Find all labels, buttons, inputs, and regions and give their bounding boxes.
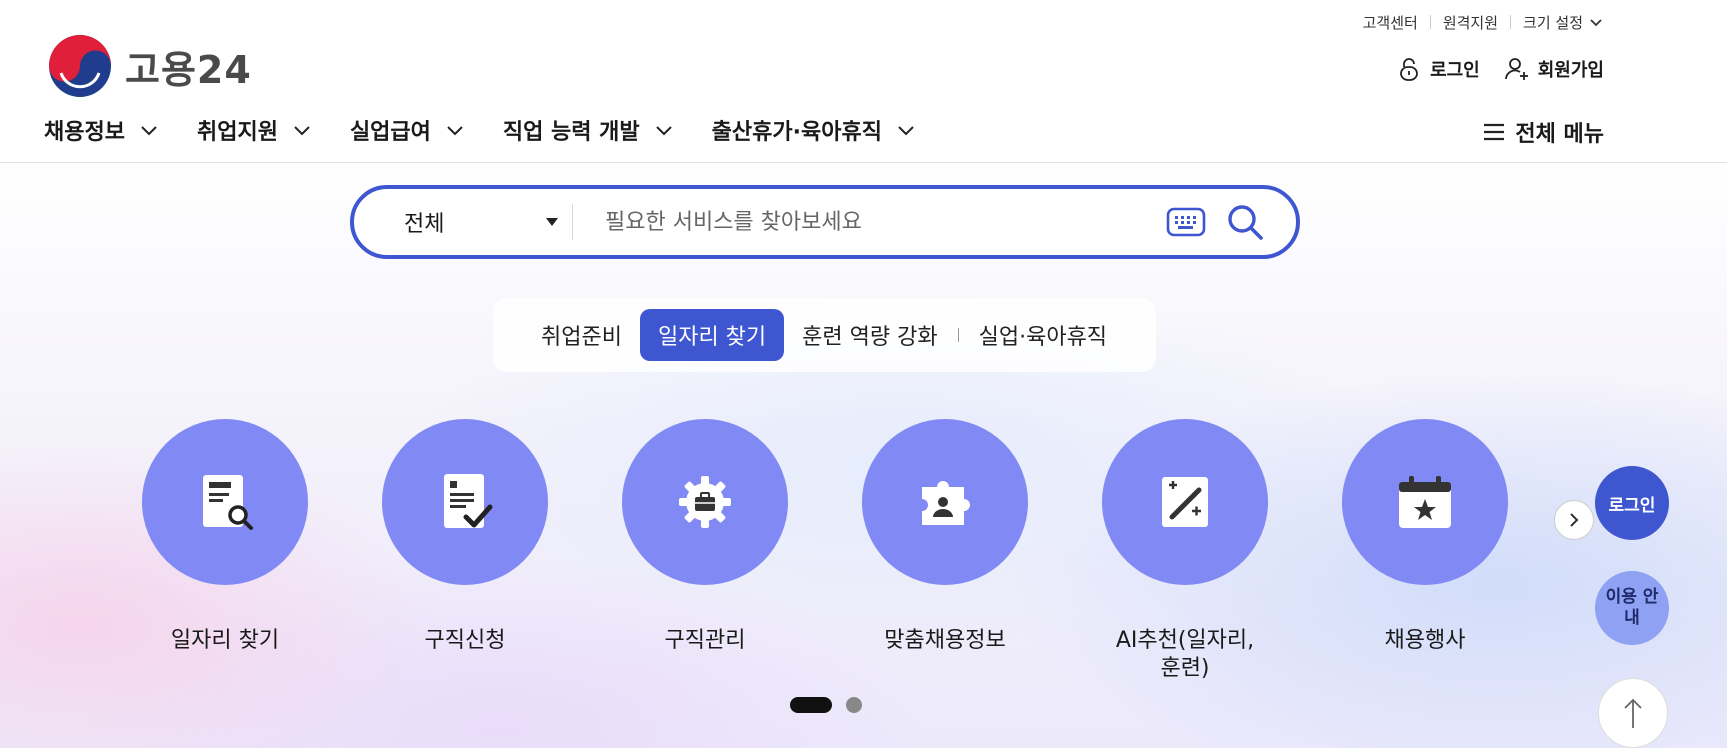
nav-item-label: 실업급여	[349, 120, 431, 145]
puzzle-person-icon	[922, 481, 970, 525]
login-label: 로그인	[1430, 60, 1480, 81]
pagination-dot-active[interactable]	[790, 697, 832, 713]
divider	[1510, 15, 1512, 29]
floating-guide-button[interactable]: 이용 안내	[1595, 571, 1669, 645]
signup-label: 회원가입	[1537, 60, 1604, 81]
service-carousel: 일자리 찾기 구직신청 구직관리 맞춤채용정보 AI추천(일자리, 훈련) 채용…	[142, 419, 1582, 682]
customer-center-link[interactable]: 고객센터	[1363, 12, 1418, 33]
divider	[957, 328, 959, 342]
chevron-down-icon	[141, 126, 157, 136]
nav-item-label: 출산휴가·육아휴직	[711, 120, 882, 145]
nav-item-vocational-training[interactable]: 직업 능력 개발	[503, 114, 674, 146]
divider	[1429, 15, 1431, 29]
add-user-icon	[1504, 58, 1528, 80]
caret-down-icon	[546, 218, 558, 226]
site-header: 고객센터 원격지원 크기 설정 고용24 로그인 회원가입 채용정보 취업지원 …	[0, 0, 1727, 163]
service-ai-recommendation[interactable]: AI추천(일자리, 훈련)	[1102, 419, 1268, 682]
service-icon-circle	[1102, 419, 1268, 585]
logo-text: 고용24	[125, 47, 252, 92]
font-size-setting[interactable]: 크기 설정	[1523, 12, 1603, 33]
tab-job-search[interactable]: 일자리 찾기	[639, 309, 785, 361]
chevron-down-icon	[294, 126, 310, 136]
all-menu-label: 전체 메뉴	[1515, 122, 1604, 147]
lock-icon	[1400, 58, 1418, 81]
chevron-down-icon	[447, 126, 463, 136]
search-bar: 전체	[350, 185, 1300, 259]
search-category-select[interactable]: 전체	[354, 189, 572, 255]
search-icon[interactable]	[1226, 203, 1264, 241]
utility-links: 고객센터 원격지원 크기 설정	[1363, 10, 1603, 34]
scroll-top-button[interactable]	[1598, 678, 1668, 748]
nav-item-parental-leave[interactable]: 출산휴가·육아휴직	[712, 114, 916, 146]
main-navigation: 채용정보 취업지원 실업급여 직업 능력 개발 출산휴가·육아휴직	[44, 114, 954, 146]
service-icon-circle	[142, 419, 308, 585]
hamburger-icon	[1484, 123, 1505, 141]
service-job-application[interactable]: 구직신청	[382, 419, 548, 682]
chevron-down-icon	[898, 126, 914, 136]
service-icon-circle	[382, 419, 548, 585]
service-icon-circle	[622, 419, 788, 585]
all-menu-button[interactable]: 전체 메뉴	[1481, 116, 1604, 148]
tab-unemployment-leave[interactable]: 실업·육아휴직	[961, 309, 1125, 361]
tab-training[interactable]: 훈련 역량 강화	[784, 309, 955, 361]
nav-item-label: 취업지원	[196, 120, 278, 145]
nav-item-job-info[interactable]: 채용정보	[44, 114, 159, 146]
service-icon-circle	[862, 419, 1028, 585]
arrow-up-icon	[1624, 698, 1642, 728]
main-content: 전체 취업준비 일자리 찾기 훈련 역량 강화 실업·육아휴직	[0, 164, 1727, 748]
service-label: 구직신청	[424, 628, 506, 653]
remote-support-link[interactable]: 원격지원	[1443, 12, 1498, 33]
service-icon-circle	[1342, 419, 1508, 585]
keyboard-icon[interactable]	[1166, 206, 1206, 238]
service-job-management[interactable]: 구직관리	[622, 419, 788, 682]
service-job-search[interactable]: 일자리 찾기	[142, 419, 308, 682]
taegeuk-logo-icon	[49, 35, 111, 97]
pagination-dot[interactable]	[846, 697, 862, 713]
chevron-down-icon	[655, 126, 672, 136]
search-category-value: 전체	[404, 212, 445, 237]
carousel-pagination	[790, 697, 862, 713]
gear-briefcase-icon	[679, 476, 731, 528]
auth-links: 로그인 회원가입	[1396, 56, 1604, 82]
application-check-icon	[444, 474, 493, 528]
service-label: AI추천(일자리, 훈련)	[1115, 628, 1255, 681]
category-tabs: 취업준비 일자리 찾기 훈련 역량 강화 실업·육아휴직	[493, 298, 1156, 372]
carousel-next-button[interactable]	[1554, 500, 1594, 540]
magic-wand-icon	[1162, 477, 1208, 527]
nav-item-label: 직업 능력 개발	[502, 120, 640, 145]
floating-login-button[interactable]: 로그인	[1595, 466, 1669, 540]
chevron-right-icon	[1570, 513, 1579, 527]
tab-job-preparation[interactable]: 취업준비	[523, 309, 640, 361]
service-label: 일자리 찾기	[170, 628, 280, 653]
service-custom-recruitment[interactable]: 맞춤채용정보	[862, 419, 1028, 682]
service-label: 맞춤채용정보	[884, 628, 1006, 653]
nav-item-label: 채용정보	[44, 120, 125, 145]
job-search-icon	[203, 475, 253, 530]
font-size-setting-label: 크기 설정	[1523, 13, 1583, 32]
nav-item-employment-support[interactable]: 취업지원	[197, 114, 312, 146]
calendar-star-icon	[1399, 476, 1451, 528]
service-label: 채용행사	[1384, 628, 1466, 653]
service-label: 구직관리	[664, 628, 746, 653]
site-logo[interactable]: 고용24	[47, 33, 252, 99]
chevron-down-icon	[1590, 19, 1602, 27]
signup-link[interactable]: 회원가입	[1504, 56, 1604, 82]
login-link[interactable]: 로그인	[1396, 56, 1480, 82]
nav-item-unemployment-benefits[interactable]: 실업급여	[350, 114, 465, 146]
service-recruitment-events[interactable]: 채용행사	[1342, 419, 1508, 682]
search-input[interactable]	[573, 189, 1166, 255]
